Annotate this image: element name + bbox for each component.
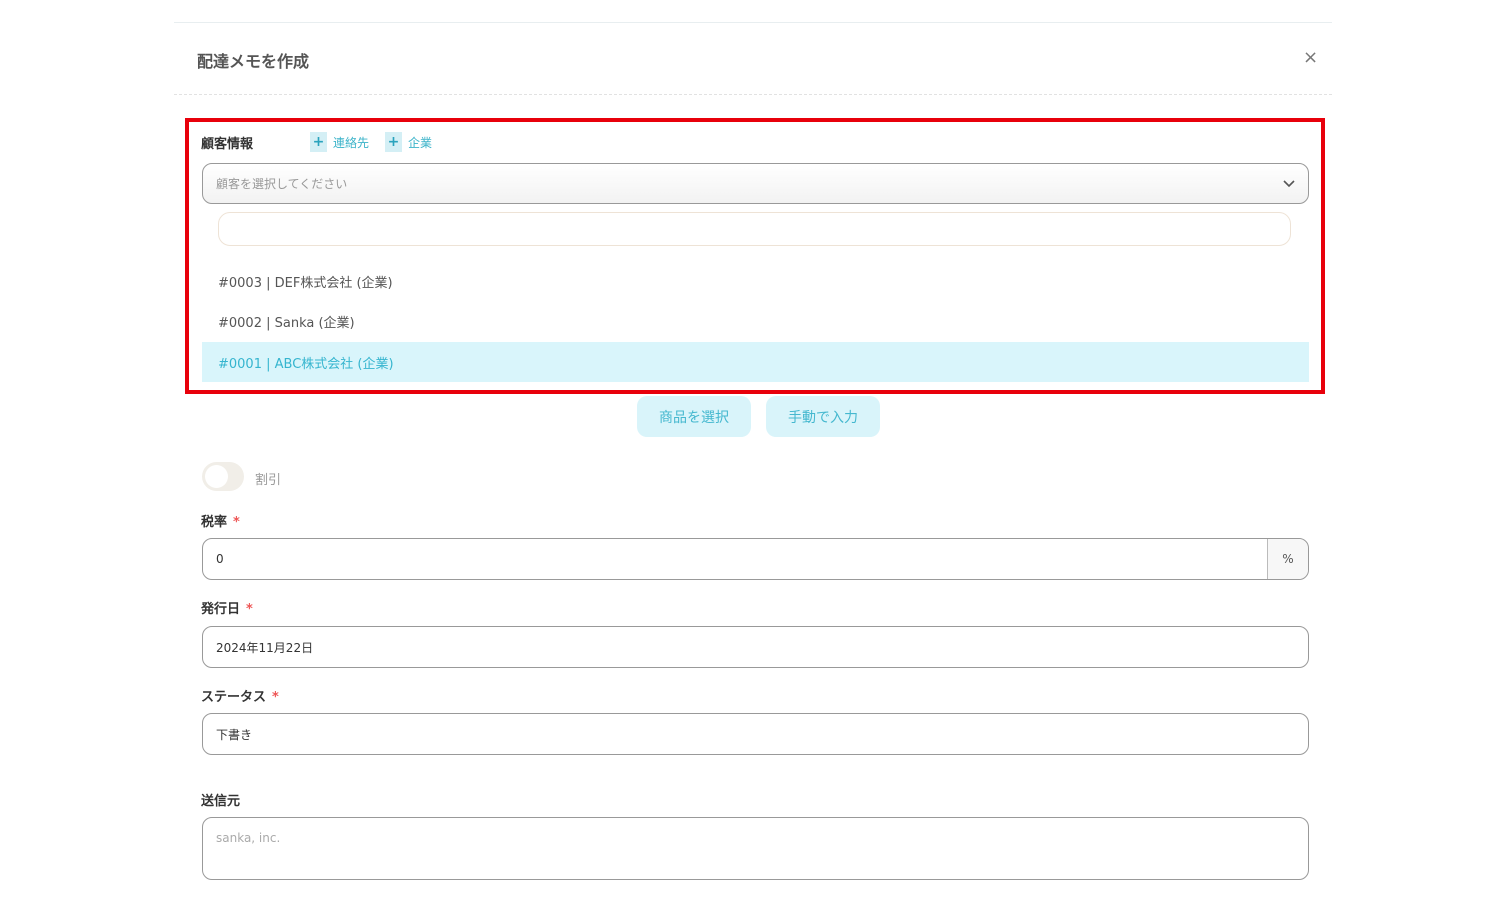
- discount-toggle[interactable]: [202, 462, 244, 491]
- close-icon[interactable]: ×: [1303, 47, 1318, 68]
- tax-input[interactable]: 0 %: [202, 538, 1309, 580]
- top-divider: [174, 22, 1332, 23]
- sender-placeholder: sanka, inc.: [216, 831, 281, 845]
- discount-label: 割引: [255, 473, 282, 488]
- issue-date-input[interactable]: 2024年11月22日: [202, 626, 1309, 668]
- highlight-annotation: [185, 118, 1325, 394]
- status-select[interactable]: 下書き: [202, 713, 1309, 755]
- status-label-text: ステータス: [201, 690, 267, 705]
- status-value: 下書き: [216, 727, 253, 742]
- required-mark: *: [246, 602, 253, 617]
- required-mark: *: [233, 515, 240, 530]
- tax-label-text: 税率: [201, 515, 228, 530]
- header-divider: [174, 94, 1332, 95]
- manual-entry-button[interactable]: 手動で入力: [766, 396, 880, 437]
- tax-value: 0: [216, 552, 224, 566]
- issue-date-label-text: 発行日: [201, 602, 241, 617]
- status-label: ステータス *: [201, 686, 279, 705]
- issue-date-label: 発行日 *: [201, 598, 253, 617]
- percent-addon: %: [1267, 539, 1308, 579]
- required-mark: *: [272, 690, 279, 705]
- tax-label: 税率 *: [201, 511, 240, 530]
- sender-textarea[interactable]: sanka, inc.: [202, 817, 1309, 880]
- toggle-knob: [205, 465, 228, 488]
- sender-label: 送信元: [201, 794, 241, 809]
- issue-date-value: 2024年11月22日: [216, 640, 314, 655]
- select-product-button[interactable]: 商品を選択: [637, 396, 751, 437]
- modal-title: 配達メモを作成: [197, 52, 310, 71]
